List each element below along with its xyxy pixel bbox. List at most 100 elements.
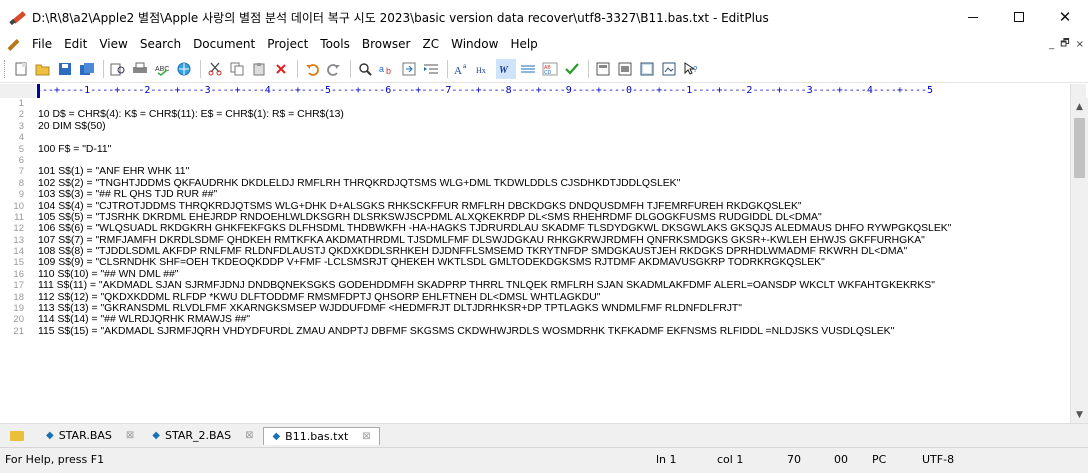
toolbar-grip[interactable] [4,60,7,78]
column-icon[interactable] [518,59,538,79]
document-menu-icon[interactable] [6,38,20,52]
delete-icon[interactable] [271,59,291,79]
code-text[interactable]: 110 S$(10) = "## WN DML ##" [30,269,1070,280]
font-icon[interactable]: Aa [452,59,472,79]
menu-file[interactable]: File [26,34,58,55]
indent-icon[interactable] [421,59,441,79]
spell-check-icon[interactable]: ABC [152,59,172,79]
code-line[interactable]: 1 [0,98,1070,109]
replace-icon[interactable]: ab [377,59,397,79]
tab-close-icon[interactable]: ⊠ [245,430,253,441]
code-line[interactable]: 21 115 S$(15) = "AKDMADL SJRMFJQRH VHDYDF… [0,326,1070,337]
code-text[interactable]: 101 S$(1) = "ANF EHR WHK 11" [30,166,1070,177]
file-tab[interactable]: ◆ STAR.BAS ⊠ [38,427,142,445]
undo-icon[interactable] [302,59,322,79]
code-line[interactable]: 5 100 F$ = "D-11" [0,144,1070,155]
check-icon[interactable] [562,59,582,79]
minimize-button[interactable] [950,0,996,34]
code-line[interactable]: 7 101 S$(1) = "ANF EHR WHK 11" [0,166,1070,177]
code-text[interactable]: 107 S$(7) = "RMFJAMFH DKRDLSDMF QHDKEH R… [30,235,1070,246]
code-line[interactable]: 4 [0,132,1070,143]
code-line[interactable]: 15 109 S$(9) = "CLSRNDHK SHF=OEH TKDEOQKD… [0,257,1070,268]
code-text[interactable] [30,132,1070,143]
text-editor[interactable]: 1 2 10 D$ = CHR$(4): K$ = CHR$(11): E$ = C… [0,98,1070,423]
code-text[interactable]: 102 S$(2) = "TNGHTJDDMS QKFAUDRHK DKDLEL… [30,178,1070,189]
code-line[interactable]: 14 108 S$(8) = "TJDDLSDML AKFDP RNLFMF RL… [0,246,1070,257]
view2-icon[interactable] [615,59,635,79]
close-button[interactable]: ✕ [1042,0,1088,34]
mdi-minimize-button[interactable]: _ [1049,39,1054,50]
code-line[interactable]: 8 102 S$(2) = "TNGHTJDDMS QKFAUDRHK DKDLE… [0,178,1070,189]
view1-icon[interactable] [593,59,613,79]
tab-close-icon[interactable]: ⊠ [126,430,134,441]
code-text[interactable]: 106 S$(6) = "WLQSUADL RKDGKRH GHKFEKFGKS… [30,223,1070,234]
browser-icon[interactable] [174,59,194,79]
code-line[interactable]: 2 10 D$ = CHR$(4): K$ = CHR$(11): E$ = CH… [0,109,1070,120]
code-text[interactable]: 115 S$(15) = "AKDMADL SJRMFJQRH VHDYDFUR… [30,326,1070,337]
folder-icon[interactable] [10,430,24,441]
code-text[interactable]: 108 S$(8) = "TJDDLSDML AKFDP RNLFMF RLDN… [30,246,1070,257]
code-text[interactable]: 103 S$(3) = "## RL QHS TJD RUR ##" [30,189,1070,200]
code-line[interactable]: 10 104 S$(4) = "CJTROTJDDMS THRQKRDJQTSMS… [0,201,1070,212]
view4-icon[interactable] [659,59,679,79]
open-icon[interactable] [33,59,53,79]
code-line[interactable]: 18 112 S$(12) = "QKDXKDDML RLFDP *KWU DLF… [0,292,1070,303]
code-line[interactable]: 13 107 S$(7) = "RMFJAMFH DKRDLSDMF QHDKEH… [0,235,1070,246]
menu-search[interactable]: Search [134,34,187,55]
new-icon[interactable] [11,59,31,79]
menu-window[interactable]: Window [445,34,504,55]
code-line[interactable]: 3 20 DIM S$(50) [0,121,1070,132]
code-text[interactable]: 113 S$(13) = "GKRANSDML RLVDLFMF XKARNGK… [30,303,1070,314]
code-text[interactable]: 114 S$(14) = "## WLRDJQRHK RMAWJS ##" [30,314,1070,325]
code-text[interactable]: 100 F$ = "D-11" [30,144,1070,155]
cut-icon[interactable] [205,59,225,79]
save-all-icon[interactable] [77,59,97,79]
file-tab[interactable]: ◆ STAR_2.BAS ⊠ [144,427,261,445]
code-text[interactable] [30,98,1070,109]
code-text[interactable]: 112 S$(12) = "QKDXKDDML RLFDP *KWU DLFTO… [30,292,1070,303]
code-line[interactable]: 19 113 S$(13) = "GKRANSDML RLVDLFMF XKARN… [0,303,1070,314]
menu-help[interactable]: Help [504,34,543,55]
line-number-icon[interactable]: AB CD [540,59,560,79]
code-line[interactable]: 11 105 S$(5) = "TJSRHK DKRDML EHEJRDP RND… [0,212,1070,223]
code-text[interactable]: 20 DIM S$(50) [30,121,1070,132]
code-text[interactable] [30,155,1070,166]
tab-close-icon[interactable]: ⊠ [362,431,370,442]
code-line[interactable]: 12 106 S$(6) = "WLQSUADL RKDGKRH GHKFEKFG… [0,223,1070,234]
scroll-down-icon[interactable]: ▼ [1071,406,1088,423]
code-text[interactable]: 111 S$(11) = "AKDMADL SJAN SJRMFJDNJ DND… [30,280,1070,291]
menu-view[interactable]: View [93,34,133,55]
code-line[interactable]: 9 103 S$(3) = "## RL QHS TJD RUR ##" [0,189,1070,200]
paste-icon[interactable] [249,59,269,79]
scroll-thumb[interactable] [1074,118,1085,178]
print-preview-icon[interactable] [108,59,128,79]
vertical-scrollbar[interactable]: ▲ ▼ [1070,98,1088,423]
menu-document[interactable]: Document [187,34,261,55]
mdi-close-button[interactable]: × [1076,39,1084,50]
word-wrap-icon[interactable]: W [496,59,516,79]
help-icon[interactable]: ? [681,59,701,79]
maximize-button[interactable] [996,0,1042,34]
redo-icon[interactable] [324,59,344,79]
menu-zc[interactable]: ZC [417,34,446,55]
menu-browser[interactable]: Browser [356,34,417,55]
code-text[interactable]: 109 S$(9) = "CLSRNDHK SHF=OEH TKDEOQKDDP… [30,257,1070,268]
code-line[interactable]: 20 114 S$(14) = "## WLRDJQRHK RMAWJS ##" [0,314,1070,325]
code-text[interactable]: 104 S$(4) = "CJTROTJDDMS THRQKRDJQTSMS W… [30,201,1070,212]
menu-tools[interactable]: Tools [314,34,356,55]
find-icon[interactable] [355,59,375,79]
file-tab[interactable]: ◆ B11.bas.txt ⊠ [263,426,380,445]
menu-project[interactable]: Project [261,34,314,55]
code-line[interactable]: 17 111 S$(11) = "AKDMADL SJAN SJRMFJDNJ D… [0,280,1070,291]
copy-icon[interactable] [227,59,247,79]
save-icon[interactable] [55,59,75,79]
code-text[interactable]: 105 S$(5) = "TJSRHK DKRDML EHEJRDP RNDOE… [30,212,1070,223]
scroll-up-icon[interactable]: ▲ [1071,98,1088,115]
print-icon[interactable] [130,59,150,79]
mdi-restore-button[interactable]: 🗗 [1060,36,1069,53]
hex-icon[interactable]: Hx [474,59,494,79]
code-line[interactable]: 16 110 S$(10) = "## WN DML ##" [0,269,1070,280]
view3-icon[interactable] [637,59,657,79]
goto-icon[interactable] [399,59,419,79]
menu-edit[interactable]: Edit [58,34,93,55]
